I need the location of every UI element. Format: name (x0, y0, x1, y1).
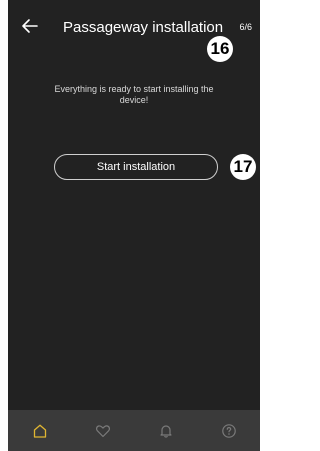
callout-marker-16: 16 (207, 36, 233, 62)
nav-item-notifications[interactable] (134, 410, 197, 451)
callout-marker-17: 17 (230, 154, 256, 180)
bottom-nav (8, 410, 260, 451)
nav-item-help[interactable] (197, 410, 260, 451)
heart-icon (95, 424, 110, 437)
ready-message: Everything is ready to start installing … (54, 84, 214, 105)
start-installation-button[interactable]: Start installation (54, 154, 218, 180)
step-indicator: 6/6 (239, 22, 252, 32)
back-button[interactable] (21, 17, 39, 35)
arrow-left-icon (22, 19, 38, 33)
nav-item-home[interactable] (8, 410, 71, 451)
nav-item-favorites[interactable] (71, 410, 134, 451)
bell-icon (159, 424, 172, 438)
screen: Passageway installation 6/6 16 Everythin… (8, 0, 260, 451)
page-title: Passageway installation (63, 19, 224, 36)
home-icon (33, 424, 46, 438)
help-icon (221, 423, 236, 438)
